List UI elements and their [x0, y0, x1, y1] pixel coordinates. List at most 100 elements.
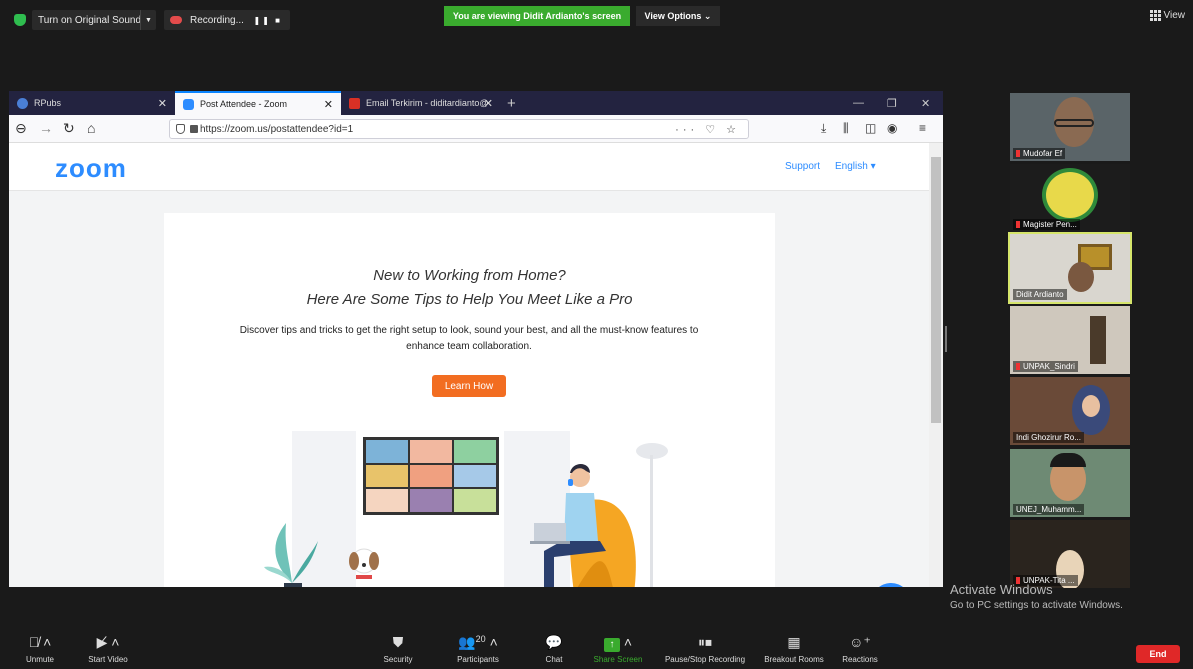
- menu-icon[interactable]: ≡: [919, 121, 926, 135]
- tips-card: New to Working from Home? Here Are Some …: [164, 213, 775, 587]
- view-options-label: View Options: [644, 11, 702, 21]
- tab-strip: RPubs ✕ Post Attendee - Zoom ✕ Email Ter…: [9, 91, 943, 115]
- panel-splitter[interactable]: [945, 326, 947, 352]
- dog-illustration: [349, 548, 379, 579]
- headline-2: Here Are Some Tips to Help You Meet Like…: [306, 291, 633, 308]
- minimize-icon[interactable]: —: [853, 91, 864, 115]
- page-actions-icon[interactable]: ··· ♡ ☆: [675, 123, 740, 136]
- language-label: English: [835, 161, 868, 172]
- chat-icon: [871, 583, 911, 587]
- mic-muted-icon: [1016, 363, 1020, 371]
- participant-name-label: Didit Ardianto: [1016, 290, 1064, 299]
- cloud-recording-icon: [170, 16, 182, 24]
- download-icon[interactable]: ⤓: [821, 121, 826, 136]
- participant-name-label: Indi Ghozirur Ro...: [1016, 433, 1081, 442]
- original-sound-button[interactable]: Turn on Original Sound ▼: [32, 10, 156, 30]
- participant-name-label: Magister Pen...: [1023, 220, 1077, 229]
- learn-how-button[interactable]: Learn How: [432, 375, 506, 397]
- activate-windows-title: Activate Windows: [950, 582, 1053, 597]
- participant-video: [1090, 316, 1106, 364]
- share-screen-button[interactable]: ↑ ˄ Share Screen: [578, 630, 658, 669]
- participant-tile[interactable]: UNPAK_Sindri: [1010, 306, 1130, 374]
- participant-name: Magister Pen...: [1013, 219, 1080, 230]
- participants-button[interactable]: 👥20 ˄ Participants: [438, 630, 518, 669]
- sidebar-icon[interactable]: ◫: [865, 121, 876, 135]
- caret-down-icon: ▾: [870, 161, 876, 172]
- meeting-toolbar: 🎙̸ ˄ Unmute ▶̸ ˄ Start Video ⛊ Security …: [0, 630, 1193, 669]
- tab-title: Post Attendee - Zoom: [200, 99, 288, 109]
- viewing-banner: You are viewing Didit Ardianto's screen: [444, 6, 630, 26]
- description-text: Discover tips and tricks to get the righ…: [239, 325, 699, 352]
- tracking-shield-icon[interactable]: [176, 124, 185, 134]
- pause-stop-recording-icon: ⏸⏹: [698, 634, 712, 650]
- participant-tile[interactable]: Indi Ghozirur Ro...: [1010, 377, 1130, 445]
- hair-shape: [1050, 453, 1086, 467]
- recording-label: Pause/Stop Recording: [664, 655, 746, 664]
- participant-name: UNPAK_Sindri: [1013, 361, 1078, 372]
- participants-count: 20: [475, 634, 486, 644]
- tab-email[interactable]: Email Terkirim - diditardianto@ ✕: [341, 91, 501, 115]
- restore-icon[interactable]: ❐: [887, 91, 897, 115]
- recording-indicator[interactable]: Recording... ❚❚ ■: [164, 10, 290, 30]
- home-icon[interactable]: ⌂: [87, 120, 95, 136]
- library-icon[interactable]: ⫼: [843, 121, 849, 136]
- glasses-shape: [1054, 119, 1094, 127]
- close-tab-icon[interactable]: ✕: [484, 97, 493, 110]
- video-grid-illustration: [363, 437, 499, 515]
- view-options-button[interactable]: View Options ⌄: [636, 6, 720, 26]
- zoom-logo[interactable]: zoom: [55, 153, 127, 184]
- reactions-button[interactable]: ☺⁺ Reactions: [820, 630, 900, 669]
- zoom-favicon-icon: [183, 98, 194, 110]
- video-off-icon: ▶̸ ˄: [96, 634, 120, 650]
- headline-1: New to Working from Home?: [373, 267, 566, 284]
- lock-icon[interactable]: [190, 125, 198, 133]
- zoom-webpage: zoom Support English ▾ New to Working fr…: [9, 143, 929, 587]
- tab-title: RPubs: [34, 98, 62, 108]
- close-tab-icon[interactable]: ✕: [158, 97, 167, 110]
- participant-tile[interactable]: Magister Pen...: [1010, 164, 1130, 232]
- share-screen-label: Share Screen: [593, 655, 643, 664]
- scrollbar-thumb[interactable]: [931, 157, 941, 423]
- close-window-icon[interactable]: ✕: [921, 91, 930, 115]
- forward-icon[interactable]: →: [39, 120, 53, 136]
- back-icon[interactable]: ⊖: [15, 120, 27, 137]
- encryption-shield-icon[interactable]: [14, 14, 26, 26]
- close-tab-icon[interactable]: ✕: [324, 98, 333, 111]
- participant-tile[interactable]: UNPAK-Tita ...: [1010, 520, 1130, 588]
- participant-tile-active-speaker[interactable]: Didit Ardianto: [1008, 232, 1132, 304]
- new-tab-button[interactable]: +: [507, 91, 516, 115]
- share-screen-icon: ↑ ˄: [578, 634, 658, 652]
- participant-name: Didit Ardianto: [1013, 289, 1067, 300]
- start-video-button[interactable]: ▶̸ ˄ Start Video: [68, 630, 148, 669]
- person-laptop-illustration: [530, 464, 636, 587]
- tab-rpubs[interactable]: RPubs ✕: [9, 91, 175, 115]
- view-button[interactable]: View: [1149, 10, 1186, 21]
- chevron-down-icon[interactable]: ▼: [140, 10, 156, 30]
- pause-stop-icon[interactable]: ❚❚ ■: [254, 16, 282, 25]
- chat-bubble-button[interactable]: [871, 583, 911, 587]
- activate-windows-subtitle: Go to PC settings to activate Windows.: [950, 600, 1123, 611]
- reload-icon[interactable]: ↻: [63, 120, 75, 137]
- tab-post-attendee[interactable]: Post Attendee - Zoom ✕: [175, 91, 341, 115]
- address-bar[interactable]: https://zoom.us/postattendee?id=1 ··· ♡ …: [169, 119, 749, 139]
- participant-video: [1068, 262, 1094, 292]
- security-button[interactable]: ⛊ Security: [358, 630, 438, 669]
- participant-tile[interactable]: UNEJ_Muhamm...: [1010, 449, 1130, 517]
- account-icon[interactable]: ◉: [887, 121, 897, 135]
- participant-tile[interactable]: Mudofar Ef: [1010, 93, 1130, 161]
- view-label: View: [1163, 10, 1186, 21]
- tab-title: Email Terkirim - diditardianto@: [366, 98, 489, 108]
- shield-icon: ⛊: [392, 634, 404, 650]
- participant-name: Mudofar Ef: [1013, 148, 1066, 159]
- support-link[interactable]: Support: [785, 161, 820, 172]
- recording-button[interactable]: ⏸⏹ Pause/Stop Recording: [660, 630, 750, 669]
- mic-muted-icon: [1016, 150, 1020, 158]
- participant-face: [1082, 395, 1100, 417]
- zoom-header: zoom Support English ▾: [9, 143, 929, 191]
- plant-illustration: [264, 523, 318, 587]
- participant-name: UNEJ_Muhamm...: [1013, 504, 1085, 515]
- grid-icon: [1149, 10, 1161, 21]
- mic-muted-icon: [1016, 221, 1020, 229]
- end-meeting-button[interactable]: End: [1136, 645, 1180, 663]
- language-selector[interactable]: English ▾: [835, 161, 876, 172]
